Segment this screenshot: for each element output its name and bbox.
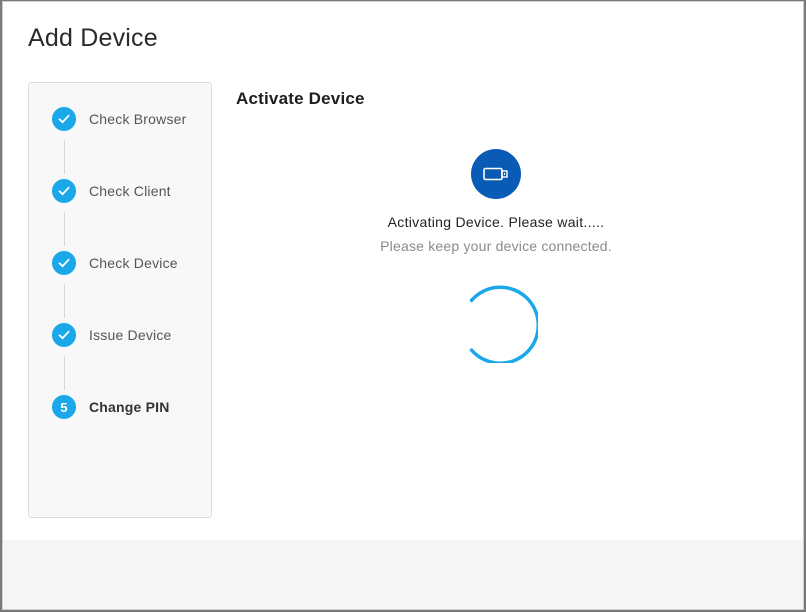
- step-change-pin: 5 Change PIN: [52, 394, 170, 420]
- content-title: Activate Device: [236, 89, 365, 108]
- dialog-footer: [3, 540, 803, 609]
- stepper: Check Browser Check Client Check Device …: [28, 82, 212, 518]
- check-icon: [52, 251, 76, 275]
- check-icon: [52, 323, 76, 347]
- step-check-browser: Check Browser: [52, 106, 187, 132]
- activation-status: Activating Device. Please wait.....: [387, 214, 605, 230]
- step-connector: [64, 140, 65, 174]
- step-label: Issue Device: [89, 327, 172, 343]
- step-issue-device: Issue Device: [52, 322, 172, 348]
- usb-device-icon: [471, 149, 521, 199]
- loading-spinner: [454, 279, 541, 365]
- step-connector: [64, 212, 65, 246]
- step-connector: [64, 284, 65, 318]
- step-label: Check Client: [89, 183, 171, 199]
- step-connector: [64, 356, 65, 390]
- step-label: Change PIN: [89, 399, 170, 415]
- activation-hint: Please keep your device connected.: [380, 238, 612, 254]
- dialog-title: Add Device: [28, 24, 158, 52]
- step-label: Check Device: [89, 255, 178, 271]
- check-icon: [52, 107, 76, 131]
- check-icon: [52, 179, 76, 203]
- add-device-dialog: Add Device Check Browser Check Client Ch…: [2, 1, 804, 610]
- step-check-client: Check Client: [52, 178, 171, 204]
- step-check-device: Check Device: [52, 250, 178, 276]
- step-label: Check Browser: [89, 111, 187, 127]
- step-number-badge: 5: [52, 395, 76, 419]
